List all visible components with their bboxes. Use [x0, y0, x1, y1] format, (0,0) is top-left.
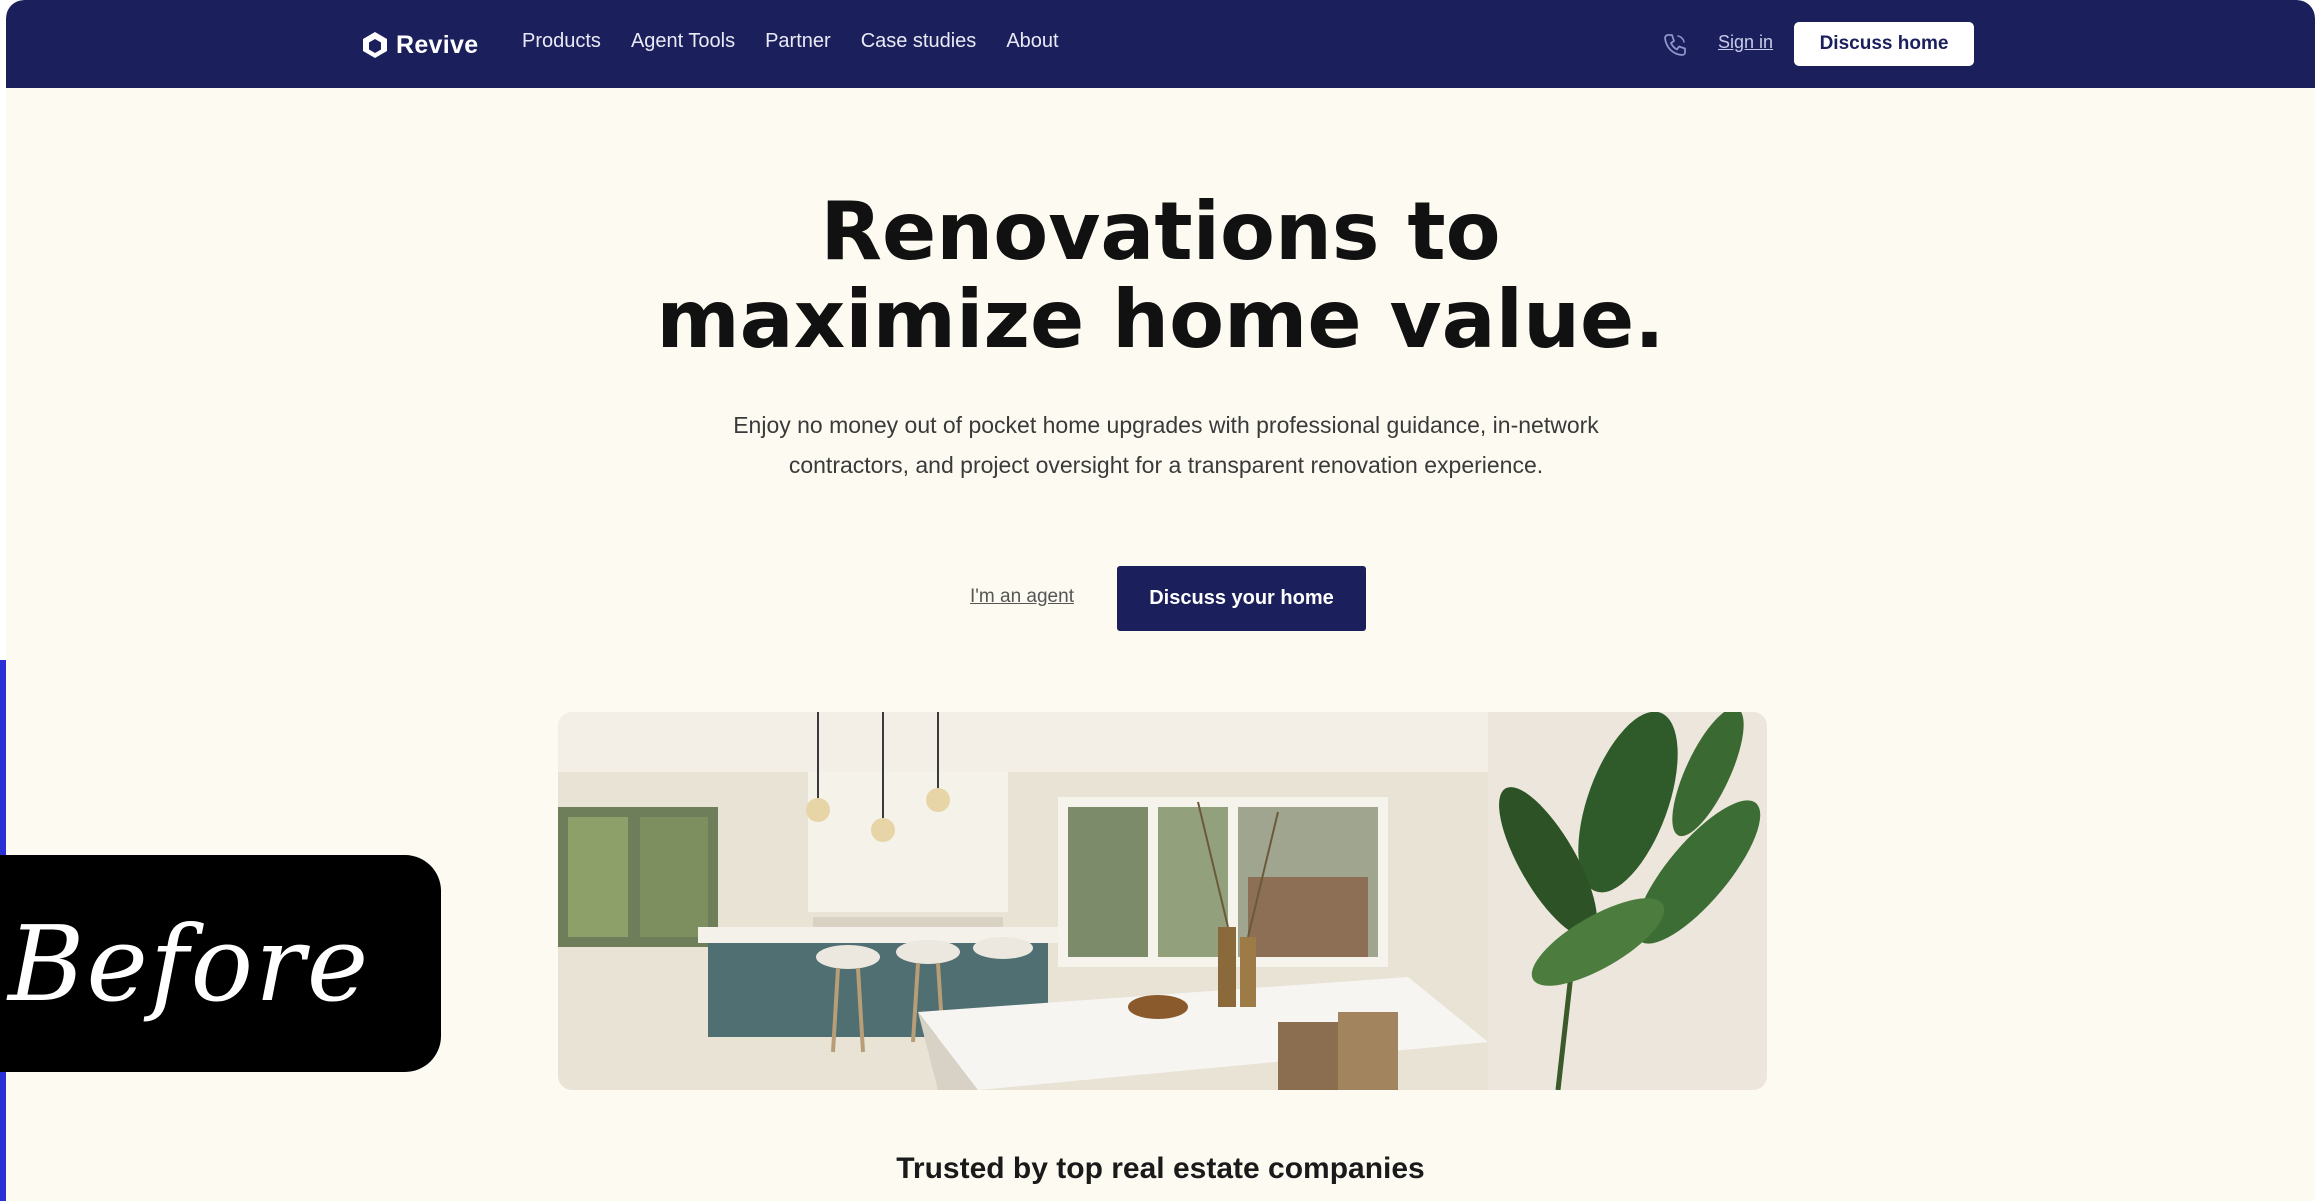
sign-in-link[interactable]: Sign in	[1718, 32, 1773, 53]
phone-icon[interactable]	[1660, 30, 1690, 60]
top-navbar: Revive Products Agent Tools Partner Case…	[6, 0, 2315, 88]
revive-logo-icon	[363, 32, 387, 58]
nav-products[interactable]: Products	[522, 30, 601, 53]
hero-title-line-1: Renovations to	[820, 185, 1501, 278]
discuss-home-button[interactable]: Discuss home	[1794, 22, 1974, 66]
hero-title-line-2: maximize home value.	[656, 273, 1665, 366]
nav-agent-tools[interactable]: Agent Tools	[631, 30, 735, 53]
brand-name: Revive	[396, 30, 479, 59]
nav-links: Products Agent Tools Partner Case studie…	[522, 30, 1059, 53]
nav-about[interactable]: About	[1006, 30, 1058, 53]
before-badge: Before	[0, 855, 441, 1072]
hero-title: Renovations to maximize home value.	[6, 188, 2315, 364]
im-an-agent-link[interactable]: I'm an agent	[970, 586, 1074, 608]
before-label: Before	[8, 902, 371, 1025]
nav-partner[interactable]: Partner	[765, 30, 831, 53]
trusted-heading: Trusted by top real estate companies	[896, 1152, 1425, 1185]
brand-logo[interactable]: Revive	[360, 28, 478, 62]
nav-case-studies[interactable]: Case studies	[861, 30, 977, 53]
discuss-your-home-button[interactable]: Discuss your home	[1117, 566, 1366, 631]
kitchen-hero-image	[558, 712, 1767, 1090]
hero-subtitle: Enjoy no money out of pocket home upgrad…	[733, 412, 1599, 478]
